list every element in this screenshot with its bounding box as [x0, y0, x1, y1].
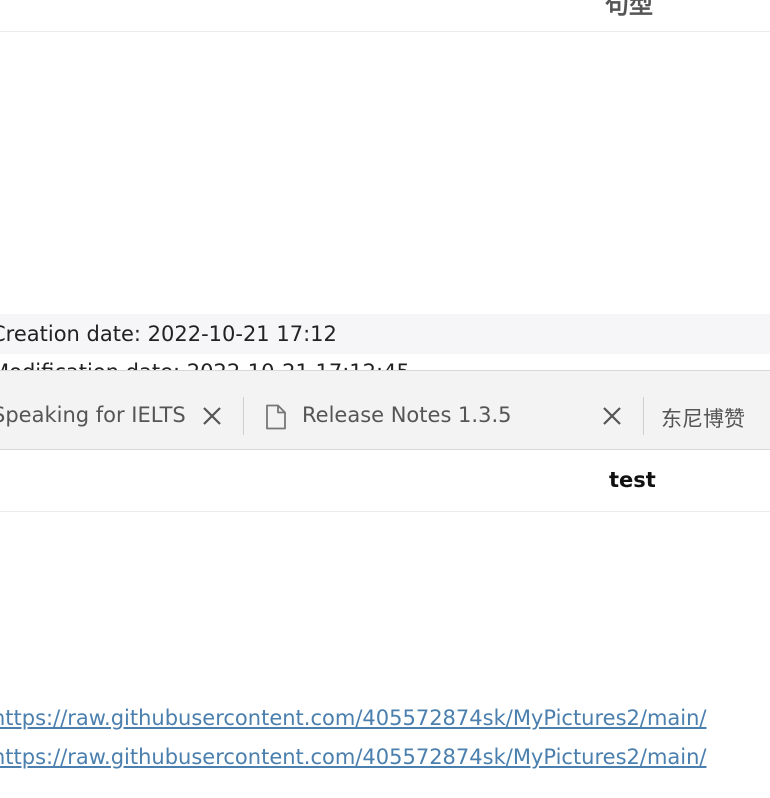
top-note-title: 句型: [605, 0, 653, 19]
note-title: test: [609, 468, 656, 492]
image-url-link[interactable]: https://raw.githubusercontent.com/405572…: [0, 706, 707, 730]
note-header: test: [0, 450, 770, 512]
creation-date-text: Creation date: 2022-10-21 17:12: [0, 322, 337, 346]
modification-date-text: Modification date: 2022-10-21 17:12:45: [0, 360, 410, 370]
tab-label: Speaking for IELTS: [0, 403, 186, 427]
tab-label: 东尼博赞: [661, 407, 745, 431]
tab-bar: Speaking for IELTS Release Notes 1.3.5 东…: [0, 370, 770, 450]
close-icon[interactable]: [600, 404, 624, 428]
file-icon: [266, 404, 286, 430]
image-url-link[interactable]: https://raw.githubusercontent.com/405572…: [0, 745, 707, 769]
app-page: 句型 Creation date: 2022-10-21 17:12 Modif…: [0, 0, 770, 798]
creation-date-row: Creation date: 2022-10-21 17:12: [0, 314, 770, 354]
tab-label: Release Notes 1.3.5: [302, 403, 512, 427]
top-note-header: 句型: [0, 0, 770, 32]
modification-date-row: Modification date: 2022-10-21 17:12:45: [0, 354, 770, 370]
close-icon[interactable]: [200, 404, 224, 428]
tab-separator: [243, 397, 244, 435]
tab-separator: [643, 397, 644, 435]
